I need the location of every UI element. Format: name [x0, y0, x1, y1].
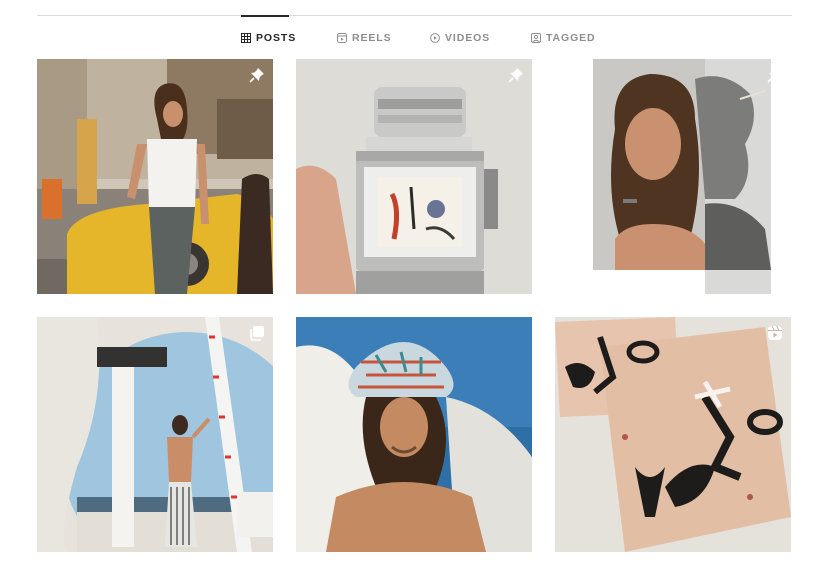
grid-icon [241, 33, 251, 43]
post-image-bucket-hat-portrait [296, 317, 532, 552]
active-tab-indicator [241, 15, 289, 17]
tab-posts[interactable]: POSTS [241, 29, 296, 47]
tagged-icon [531, 33, 541, 43]
tab-tagged[interactable]: TAGGED [531, 29, 596, 47]
profile-tabs: POSTS REELS VIDEOS TAGGED [0, 29, 830, 49]
carousel-icon [250, 326, 264, 341]
tab-tagged-label: TAGGED [546, 32, 596, 44]
tab-reels[interactable]: REELS [337, 29, 392, 47]
pin-icon [767, 68, 782, 83]
tab-videos-label: VIDEOS [445, 32, 491, 44]
post-tile[interactable] [296, 317, 532, 552]
post-tile[interactable] [37, 59, 273, 294]
top-divider [37, 15, 792, 16]
post-tile[interactable] [555, 59, 791, 294]
post-tile[interactable] [555, 317, 791, 552]
tab-posts-label: POSTS [256, 32, 297, 44]
reel-icon [768, 325, 782, 340]
reels-icon [337, 33, 347, 43]
post-image-mirror-shirtless [37, 317, 273, 552]
post-tile[interactable] [296, 59, 532, 294]
post-tile[interactable] [37, 317, 273, 552]
post-image-abstract-paintings [555, 317, 791, 552]
tab-videos[interactable]: VIDEOS [430, 29, 490, 47]
post-image-collage-portrait [555, 59, 791, 294]
profile-posts-page: POSTS REELS VIDEOS TAGGED [0, 0, 830, 569]
pin-icon [249, 68, 264, 83]
tab-reels-label: REELS [352, 32, 392, 44]
pin-icon [508, 68, 523, 83]
post-image-street-portrait [37, 59, 273, 294]
post-image-camera-viewfinder [296, 59, 532, 294]
play-circle-icon [430, 33, 440, 43]
